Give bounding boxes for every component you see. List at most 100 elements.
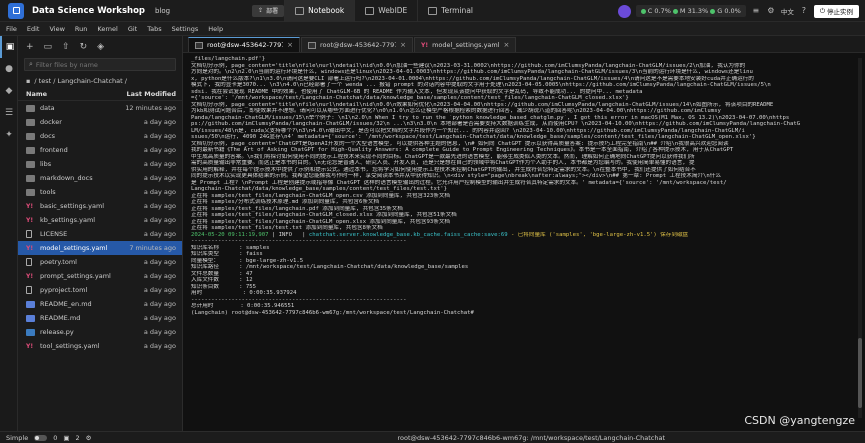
new-folder-icon[interactable]: ▭ bbox=[44, 42, 53, 52]
tab-terminal-2[interactable]: root@dsw-453642-7797c84 × bbox=[301, 37, 413, 52]
markdown-file-icon bbox=[26, 314, 35, 322]
assistant-icon[interactable] bbox=[617, 4, 631, 18]
file-row[interactable]: data 12 minutes ago bbox=[18, 101, 182, 115]
top-tab-notebook[interactable]: Notebook bbox=[284, 0, 355, 22]
file-browser: + ▭ ⇧ ↻ ◈ ⌕ ▪ / test / Langchain-Chatcha… bbox=[18, 36, 183, 431]
terminal-count-icon: ▣ bbox=[63, 433, 70, 442]
file-row[interactable]: frontend a day ago bbox=[18, 143, 182, 157]
folder-icon bbox=[26, 118, 35, 126]
extension-icon[interactable]: ✦ bbox=[0, 124, 18, 146]
menu-bar: File Edit View Run Kernel Git Tabs Setti… bbox=[0, 22, 865, 36]
tab-model-settings[interactable]: Y! model_settings.yaml × bbox=[414, 37, 517, 52]
help-icon[interactable]: ? bbox=[799, 6, 809, 16]
file-modified: a day ago bbox=[143, 230, 176, 238]
file-row[interactable]: LICENSE a day ago bbox=[18, 227, 182, 241]
file-row[interactable]: README.md a day ago bbox=[18, 311, 182, 325]
resource-metrics[interactable]: C 0.7% M 31.3% G 0.0% bbox=[635, 5, 746, 17]
git-icon[interactable]: ◆ bbox=[0, 80, 18, 102]
python-file-icon bbox=[26, 328, 35, 336]
activity-bar: ▣ ● ◆ ☰ ✦ bbox=[0, 36, 18, 431]
top-tab-terminal[interactable]: Terminal bbox=[417, 0, 483, 22]
tab-terminal-1[interactable]: root@dsw-453642-7797c84 × bbox=[188, 37, 300, 52]
settings-small-icon[interactable]: ⚙ bbox=[86, 434, 92, 442]
log-segment: 2024-05-20 09:11:19,907 bbox=[191, 231, 272, 238]
close-icon[interactable]: × bbox=[400, 41, 406, 49]
column-modified-header[interactable]: Last Modified bbox=[127, 90, 176, 98]
top-tab-label: Terminal bbox=[441, 6, 473, 15]
menu-git[interactable]: Git bbox=[128, 25, 137, 33]
yaml-file-icon: Y! bbox=[26, 216, 34, 224]
top-right-group: C 0.7% M 31.3% G 0.0% ≡ ⚙ 中文 ? ⏻ 停止实例 bbox=[617, 0, 865, 22]
file-name: docker bbox=[40, 118, 62, 126]
file-name: model_settings.yaml bbox=[40, 244, 108, 252]
scrollbar-thumb[interactable] bbox=[858, 338, 862, 408]
file-row[interactable]: docs a day ago bbox=[18, 129, 182, 143]
menu-view[interactable]: View bbox=[49, 25, 64, 33]
close-icon[interactable]: × bbox=[287, 41, 293, 49]
close-icon[interactable]: × bbox=[504, 41, 510, 49]
file-row[interactable]: markdown_docs a day ago bbox=[18, 171, 182, 185]
top-bar: Data Science Workshop blog ⇪ 部署 Notebook… bbox=[0, 0, 865, 22]
file-modified: a day ago bbox=[143, 286, 176, 294]
folder-icon[interactable]: ▣ bbox=[0, 36, 18, 58]
menu-tabs[interactable]: Tabs bbox=[147, 25, 161, 33]
folder-icon bbox=[26, 146, 35, 154]
file-row[interactable]: Y! basic_settings.yaml a day ago bbox=[18, 199, 182, 213]
file-row[interactable]: tools a day ago bbox=[18, 185, 182, 199]
language-selector[interactable]: 中文 bbox=[781, 6, 794, 16]
column-name-header[interactable]: Name bbox=[26, 90, 127, 98]
top-tab-label: Notebook bbox=[308, 6, 345, 15]
terminal-line: (Langchain) root@dsw-453642-7797c846b6-w… bbox=[191, 309, 478, 316]
mem-usage: M 31.3% bbox=[679, 7, 709, 15]
breadcrumb-folder-icon: ▪ bbox=[26, 77, 31, 85]
menu-kernel[interactable]: Kernel bbox=[97, 25, 117, 33]
menu-settings[interactable]: Settings bbox=[172, 25, 199, 33]
breadcrumb[interactable]: ▪ / test / Langchain-Chatchat / bbox=[18, 74, 182, 88]
refresh-icon[interactable]: ↻ bbox=[80, 42, 88, 52]
file-modified: a day ago bbox=[143, 216, 176, 224]
toc-icon[interactable]: ☰ bbox=[0, 102, 18, 124]
menu-run[interactable]: Run bbox=[75, 25, 87, 33]
yaml-file-icon: Y! bbox=[26, 244, 34, 252]
file-name: kb_settings.yaml bbox=[40, 216, 96, 224]
running-icon[interactable]: ● bbox=[0, 58, 18, 80]
status-path: root@dsw-453642-7797c846b6-wm67g: /mnt/w… bbox=[397, 433, 666, 442]
gpu-dot-icon bbox=[710, 8, 716, 14]
stop-instance-button[interactable]: ⏻ 停止实例 bbox=[813, 4, 859, 18]
git-clone-icon[interactable]: ◈ bbox=[97, 42, 104, 52]
file-row[interactable]: libs a day ago bbox=[18, 157, 182, 171]
file-modified: 12 minutes ago bbox=[125, 104, 176, 112]
terminal-output[interactable]: _files/langchain.pdf'} 文档切分示例, page_conte… bbox=[183, 53, 865, 431]
file-row[interactable]: poetry.toml a day ago bbox=[18, 255, 182, 269]
menu-file[interactable]: File bbox=[6, 25, 17, 33]
file-name: release.py bbox=[40, 328, 74, 336]
upload-icon[interactable]: ⇧ bbox=[62, 42, 70, 52]
file-name: tool_settings.yaml bbox=[40, 342, 100, 350]
log-segment: | INFO | bbox=[271, 231, 309, 238]
gpu-usage: G 0.0% bbox=[717, 7, 741, 15]
file-row[interactable]: docker a day ago bbox=[18, 115, 182, 129]
file-row[interactable]: Y! kb_settings.yaml a day ago bbox=[18, 213, 182, 227]
deploy-button[interactable]: ⇪ 部署 bbox=[252, 4, 285, 17]
file-row[interactable]: release.py a day ago bbox=[18, 325, 182, 339]
file-row[interactable]: pyproject.toml a day ago bbox=[18, 283, 182, 297]
terminal-scrollbar[interactable] bbox=[858, 58, 862, 418]
notebook-icon bbox=[295, 6, 305, 15]
top-tab-webide[interactable]: WebIDE bbox=[354, 0, 417, 22]
gear-icon[interactable]: ⚙ bbox=[766, 6, 776, 16]
file-row[interactable]: README_en.md a day ago bbox=[18, 297, 182, 311]
list-icon[interactable]: ≡ bbox=[751, 6, 761, 16]
filter-input[interactable] bbox=[35, 60, 175, 69]
menu-help[interactable]: Help bbox=[208, 25, 223, 33]
file-row[interactable]: Y! model_settings.yaml 7 minutes ago bbox=[18, 241, 182, 255]
menu-edit[interactable]: Edit bbox=[27, 25, 40, 33]
project-name[interactable]: blog bbox=[155, 7, 170, 15]
file-row[interactable]: Y! prompt_settings.yaml a day ago bbox=[18, 269, 182, 283]
terminal-icon bbox=[195, 41, 203, 49]
simple-mode-toggle[interactable] bbox=[34, 434, 48, 441]
file-name: markdown_docs bbox=[40, 174, 93, 182]
new-launcher-icon[interactable]: + bbox=[26, 42, 34, 52]
watermark: CSDN @yangtengze bbox=[744, 414, 855, 427]
breadcrumb-path: / test / Langchain-Chatchat / bbox=[34, 77, 127, 85]
file-row[interactable]: Y! tool_settings.yaml a day ago bbox=[18, 339, 182, 353]
